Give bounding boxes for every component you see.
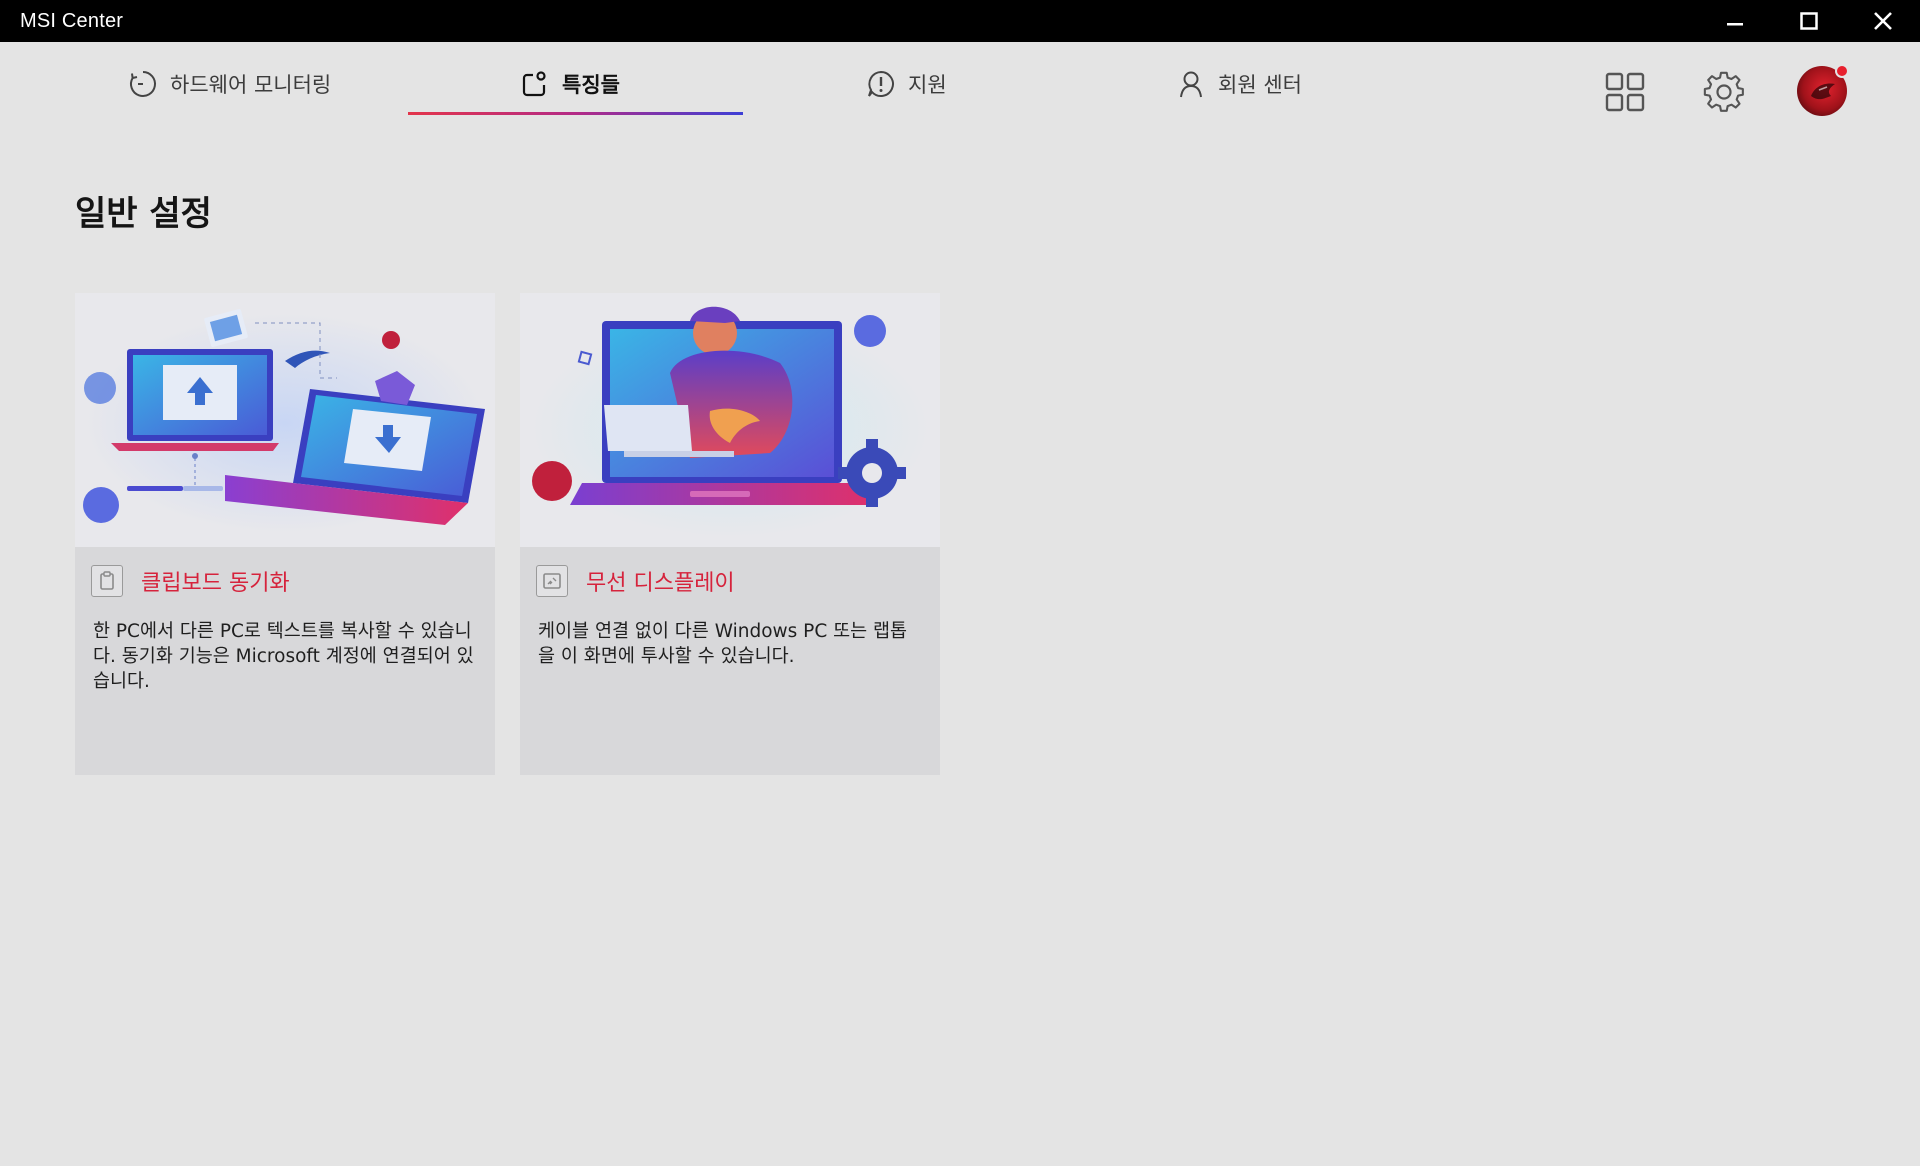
features-icon — [520, 69, 550, 99]
tab-label: 하드웨어 모니터링 — [170, 73, 332, 97]
card-title: 클립보드 동기화 — [141, 571, 290, 596]
tab-support[interactable]: 지원 — [866, 64, 947, 104]
close-button[interactable] — [1846, 0, 1920, 42]
grid-icon — [1605, 72, 1645, 112]
maximize-button[interactable] — [1772, 0, 1846, 42]
avatar[interactable] — [1797, 64, 1849, 116]
active-tab-underline — [408, 112, 743, 115]
wireless-display-card[interactable]: 무선 디스플레이 케이블 연결 없이 다른 Windows PC 또는 랩톱을 … — [520, 293, 940, 775]
settings-button[interactable] — [1700, 68, 1748, 116]
notification-dot — [1835, 64, 1849, 78]
alert-circle-icon — [866, 69, 896, 99]
card-description: 한 PC에서 다른 PC로 텍스트를 복사할 수 있습니다. 동기화 기능은 M… — [93, 621, 474, 692]
card-title: 무선 디스플레이 — [586, 571, 735, 596]
user-icon — [1176, 69, 1206, 99]
clipboard-icon — [91, 565, 123, 597]
card-description: 케이블 연결 없이 다른 Windows PC 또는 랩톱을 이 화면에 투사할… — [538, 621, 908, 667]
msi-center-window: MSI Center 하드웨어 모니터링 특징들 지원 회원 센터 일반 설정 … — [0, 0, 1920, 1166]
app-title: MSI Center — [20, 9, 124, 32]
title-bar: MSI Center — [0, 0, 1920, 42]
card-header: 클립보드 동기화 — [91, 559, 290, 603]
maximize-icon — [1800, 12, 1818, 30]
clipboard-sync-illustration — [75, 293, 495, 547]
page-title: 일반 설정 — [75, 194, 212, 234]
wireless-display-illustration — [520, 293, 940, 547]
window-controls — [1698, 0, 1920, 42]
tab-hardware-monitoring[interactable]: 하드웨어 모니터링 — [128, 64, 331, 104]
tab-features[interactable]: 특징들 — [520, 64, 620, 104]
card-header: 무선 디스플레이 — [536, 559, 735, 603]
tab-label: 특징들 — [562, 73, 620, 97]
close-icon — [1874, 12, 1892, 30]
tab-label: 지원 — [908, 73, 947, 97]
tab-member-center[interactable]: 회원 센터 — [1176, 64, 1302, 104]
minimize-button[interactable] — [1698, 0, 1772, 42]
clipboard-sync-card[interactable]: 클립보드 동기화 한 PC에서 다른 PC로 텍스트를 복사할 수 있습니다. … — [75, 293, 495, 775]
wireless-display-icon — [536, 565, 568, 597]
gauge-icon — [128, 69, 158, 99]
tab-label: 회원 센터 — [1218, 73, 1302, 97]
apps-grid-button[interactable] — [1601, 68, 1649, 116]
gear-icon — [1703, 71, 1744, 112]
minimize-icon — [1727, 23, 1743, 26]
top-navigation: 하드웨어 모니터링 특징들 지원 회원 센터 — [0, 42, 1920, 120]
